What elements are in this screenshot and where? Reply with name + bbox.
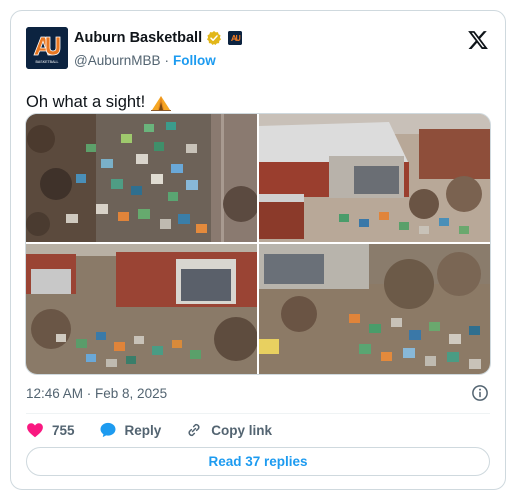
tent-emoji — [151, 95, 172, 111]
display-name[interactable]: Auburn Basketball — [74, 30, 202, 46]
tweet-text-row: Oh what a sight! — [26, 93, 172, 112]
avatar-caption: BASKETBALL — [36, 60, 59, 64]
author-name-row: Auburn Basketball — [74, 30, 243, 46]
read-replies-button[interactable]: Read 37 replies — [26, 447, 490, 476]
reply-label: Reply — [124, 422, 162, 438]
photo-tents-aerial[interactable] — [26, 114, 257, 242]
timestamp[interactable]: 12:46 AM · Feb 8, 2025 — [26, 386, 167, 401]
separator-dot: · — [164, 53, 170, 68]
copy-link-button[interactable]: Copy link — [185, 421, 272, 439]
like-count: 755 — [52, 422, 75, 438]
link-icon — [185, 421, 203, 439]
info-icon[interactable] — [471, 384, 489, 402]
affiliate-badge-icon[interactable] — [228, 31, 243, 45]
copy-link-label: Copy link — [211, 422, 273, 438]
gold-verified-badge-icon — [206, 30, 222, 46]
tweet-card: BASKETBALL Auburn Basketball @AuburnMBB … — [10, 10, 506, 490]
x-logo-icon[interactable] — [467, 29, 489, 51]
tweet-text: Oh what a sight! — [26, 93, 146, 111]
photo-arena-front-tents[interactable] — [26, 244, 257, 374]
heart-icon — [26, 421, 44, 439]
reply-bubble-icon — [99, 421, 117, 439]
action-bar: 755 Reply Copy link — [26, 420, 296, 440]
handle[interactable]: @AuburnMBB — [74, 53, 161, 68]
reply-button[interactable]: Reply — [99, 421, 162, 439]
photo-tents-closeup[interactable] — [259, 244, 490, 374]
divider — [26, 413, 490, 414]
like-button[interactable]: 755 — [26, 421, 75, 439]
handle-row: @AuburnMBB · Follow — [74, 53, 216, 68]
follow-button[interactable]: Follow — [173, 53, 216, 68]
photo-arena-building[interactable] — [259, 114, 490, 242]
media-grid — [25, 113, 491, 375]
avatar[interactable]: BASKETBALL — [26, 27, 68, 69]
